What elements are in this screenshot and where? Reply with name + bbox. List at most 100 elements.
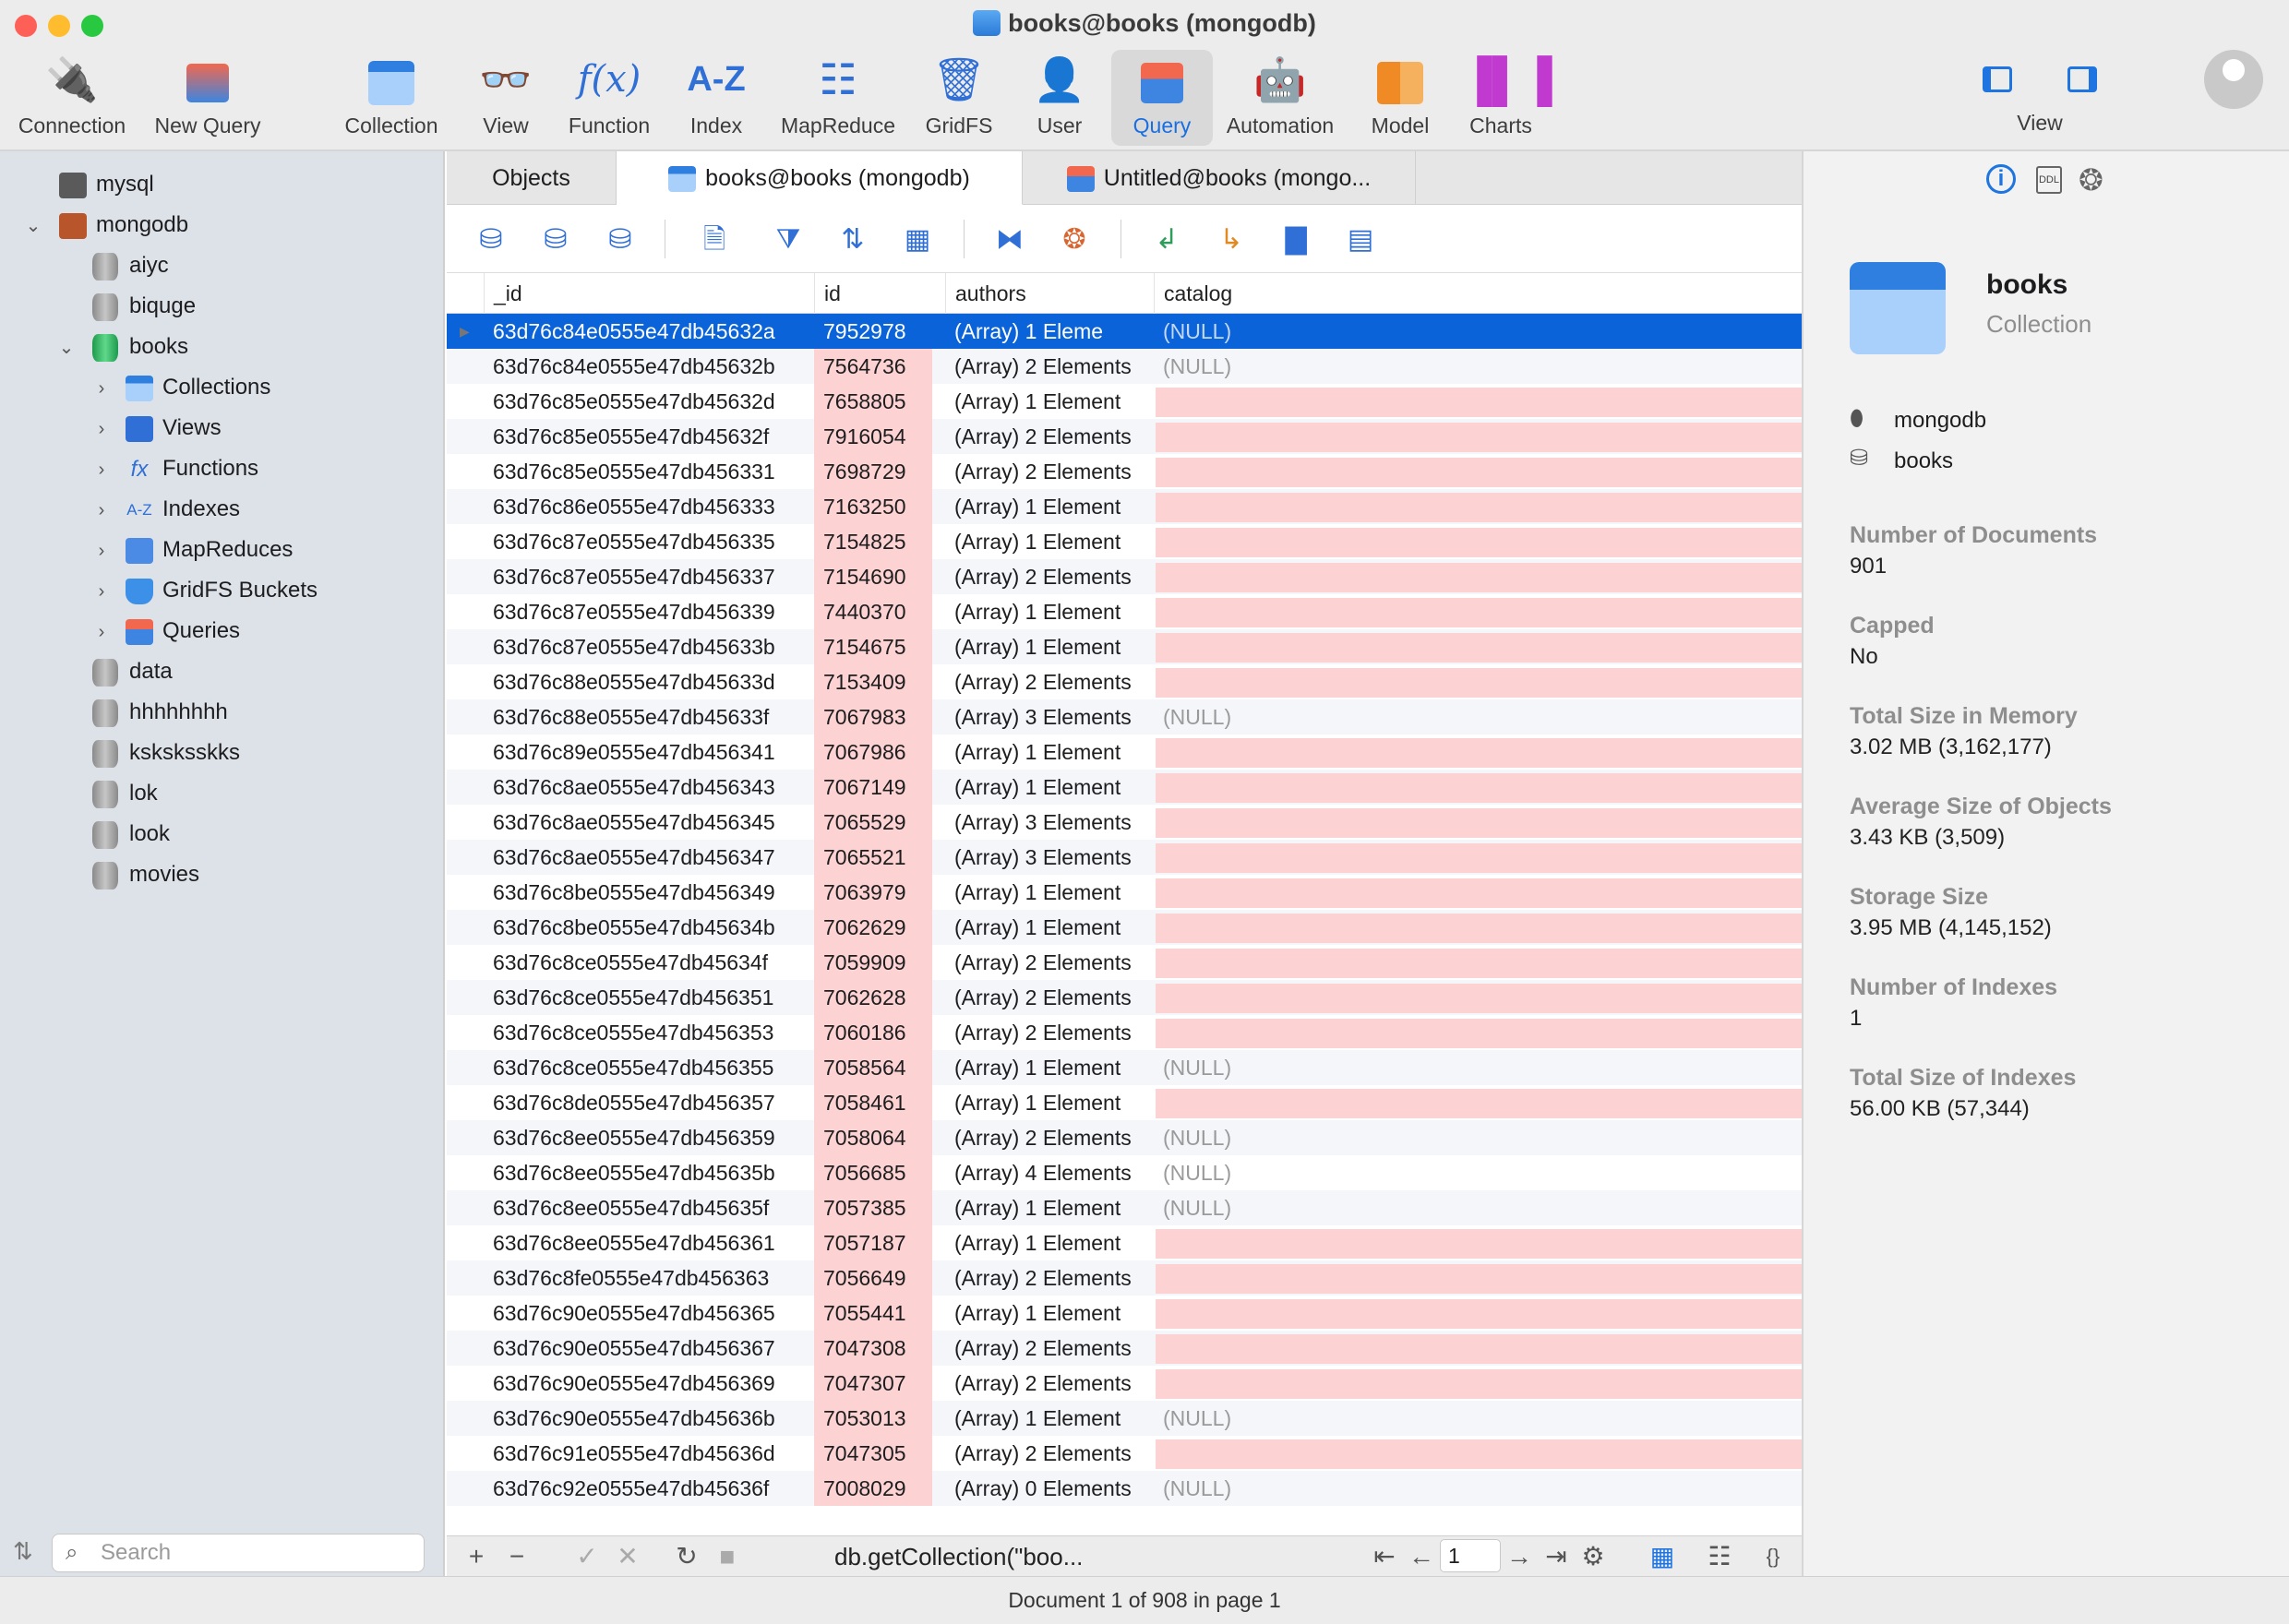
cell-catalog[interactable] [1156, 563, 1802, 592]
cell-catalog[interactable] [1156, 598, 1802, 627]
sidebar-item-mysql[interactable]: mysql [33, 164, 154, 205]
table-row[interactable]: 63d76c89e0555e47db456341 7067986 (Array) 1… [447, 734, 1802, 770]
table-row[interactable]: 63d76c90e0555e47db456367 7047308 (Array) 2… [447, 1331, 1802, 1366]
cell-id[interactable]: 7057187 [814, 1225, 932, 1260]
chart-icon[interactable]: ▇ [1277, 221, 1314, 258]
cell-oid[interactable]: 63d76c8ae0555e47db456347 [484, 840, 810, 875]
cell-catalog[interactable] [1156, 1334, 1802, 1364]
chevron-right-icon[interactable]: › [89, 612, 114, 652]
cell-id[interactable]: 7065521 [814, 840, 932, 875]
column-header-authors[interactable]: authors [945, 273, 1154, 314]
toggle-panel-button[interactable] [2067, 66, 2097, 92]
table-row[interactable]: 63d76c87e0555e47db456335 7154825 (Array) 1… [447, 524, 1802, 559]
table-row[interactable]: 63d76c8de0555e47db456357 7058461 (Array) 1… [447, 1085, 1802, 1120]
cell-id[interactable]: 7154690 [814, 559, 932, 594]
sidebar-item-books[interactable]: ⌄ books [54, 327, 188, 367]
cell-authors[interactable]: (Array) 2 Elements [945, 980, 1150, 1015]
table-row[interactable]: 63d76c87e0555e47db456339 7440370 (Array) 1… [447, 594, 1802, 629]
tab-objects[interactable]: Objects [447, 151, 617, 205]
cell-id[interactable]: 7952978 [814, 314, 932, 349]
cell-authors[interactable]: (Array) 1 Element [945, 1225, 1150, 1260]
cell-catalog[interactable]: (NULL) [1154, 314, 1802, 349]
cell-oid[interactable]: 63d76c8ee0555e47db456361 [484, 1225, 810, 1260]
cell-oid[interactable]: 63d76c86e0555e47db456333 [484, 489, 810, 524]
cell-authors[interactable]: (Array) 0 Elements [945, 1471, 1150, 1506]
cell-oid[interactable]: 63d76c8be0555e47db456349 [484, 875, 810, 910]
table-row[interactable]: 63d76c88e0555e47db45633d 7153409 (Array) 2… [447, 664, 1802, 699]
table-row[interactable]: 63d76c88e0555e47db45633f 7067983 (Array) 3… [447, 699, 1802, 734]
cell-catalog[interactable] [1156, 493, 1802, 522]
cell-authors[interactable]: (Array) 2 Elements [945, 1331, 1150, 1366]
cell-authors[interactable]: (Array) 3 Elements [945, 699, 1150, 734]
columns-icon[interactable]: ▦ [899, 221, 936, 258]
cell-catalog[interactable] [1156, 878, 1802, 908]
cell-oid[interactable]: 63d76c84e0555e47db45632a [484, 314, 810, 349]
cell-catalog[interactable] [1156, 668, 1802, 698]
cell-authors[interactable]: (Array) 2 Elements [945, 945, 1150, 980]
cell-id[interactable]: 7658805 [814, 384, 932, 419]
cell-oid[interactable]: 63d76c8ce0555e47db456353 [484, 1015, 810, 1050]
sidebar-item-gridfs-buckets[interactable]: › GridFS Buckets [89, 570, 318, 611]
cell-authors[interactable]: (Array) 1 Element [945, 1050, 1150, 1085]
gridfs-button[interactable]: 🗑 GridFS [919, 50, 999, 146]
table-row[interactable]: 63d76c87e0555e47db456337 7154690 (Array) 2… [447, 559, 1802, 594]
cell-authors[interactable]: (Array) 1 Element [945, 770, 1150, 805]
table-row[interactable]: 63d76c8ee0555e47db45635b 7056685 (Array) 4… [447, 1155, 1802, 1190]
sidebar-item-ksksksskks[interactable]: ksksksskks [92, 733, 240, 773]
chevron-down-icon[interactable]: ⌄ [54, 328, 79, 368]
cell-catalog[interactable] [1156, 738, 1802, 768]
cell-authors[interactable]: (Array) 4 Elements [945, 1155, 1150, 1190]
sidebar-item-mapreduces[interactable]: › MapReduces [89, 530, 293, 570]
cell-authors[interactable]: (Array) 1 Element [945, 384, 1150, 419]
cell-authors[interactable]: (Array) 1 Element [945, 1401, 1150, 1436]
cell-oid[interactable]: 63d76c89e0555e47db456341 [484, 734, 810, 770]
cell-catalog[interactable] [1156, 423, 1802, 452]
cell-oid[interactable]: 63d76c85e0555e47db456331 [484, 454, 810, 489]
json-view-button[interactable]: {} [1756, 1536, 1791, 1577]
cell-id[interactable]: 7058564 [814, 1050, 932, 1085]
cell-catalog[interactable]: (NULL) [1154, 1190, 1802, 1225]
cell-catalog[interactable] [1156, 1369, 1802, 1399]
cell-id[interactable]: 7564736 [814, 349, 932, 384]
sidebar-item-hhhhhhhh[interactable]: hhhhhhhh [92, 692, 228, 733]
cell-oid[interactable]: 63d76c87e0555e47db456339 [484, 594, 810, 629]
cell-oid[interactable]: 63d76c8ce0555e47db456355 [484, 1050, 810, 1085]
cell-authors[interactable]: (Array) 1 Element [945, 629, 1150, 664]
table-row[interactable]: 63d76c91e0555e47db45636d 7047305 (Array) 2… [447, 1436, 1802, 1471]
query-button[interactable]: Query [1111, 50, 1213, 146]
sidebar-item-biquge[interactable]: biquge [92, 286, 196, 327]
cell-catalog[interactable] [1156, 808, 1802, 838]
query-text[interactable]: db.getCollection("boo... [834, 1536, 1111, 1577]
cell-catalog[interactable] [1156, 458, 1802, 487]
cell-oid[interactable]: 63d76c87e0555e47db45633b [484, 629, 810, 664]
cell-authors[interactable]: (Array) 3 Elements [945, 805, 1150, 840]
rollback-icon[interactable]: ⛁ [602, 221, 639, 258]
sidebar-item-aiyc[interactable]: aiyc [92, 245, 169, 286]
cell-id[interactable]: 7062629 [814, 910, 932, 945]
sidebar-item-views[interactable]: › Views [89, 408, 222, 448]
cell-authors[interactable]: (Array) 1 Element [945, 1190, 1150, 1225]
cell-authors[interactable]: (Array) 1 Element [945, 489, 1150, 524]
report-icon[interactable]: ▤ [1342, 221, 1379, 258]
column-header-catalog[interactable]: catalog [1154, 273, 1802, 314]
cell-oid[interactable]: 63d76c90e0555e47db45636b [484, 1401, 810, 1436]
cell-catalog[interactable] [1156, 1089, 1802, 1118]
cell-catalog[interactable] [1156, 1229, 1802, 1259]
search-input[interactable]: ⌕ Search [52, 1534, 425, 1572]
cell-id[interactable]: 7065529 [814, 805, 932, 840]
cell-id[interactable]: 7063979 [814, 875, 932, 910]
cell-authors[interactable]: (Array) 2 Elements [945, 349, 1150, 384]
cell-catalog[interactable] [1156, 843, 1802, 873]
table-row[interactable]: 63d76c90e0555e47db45636b 7053013 (Array) 1… [447, 1401, 1802, 1436]
cell-id[interactable]: 7154675 [814, 629, 932, 664]
user-button[interactable]: 👤 User [1023, 50, 1097, 146]
charts-button[interactable]: ▐▌▐ Charts [1462, 50, 1552, 146]
cell-oid[interactable]: 63d76c8ee0555e47db45635b [484, 1155, 810, 1190]
cell-catalog[interactable]: (NULL) [1154, 699, 1802, 734]
cell-oid[interactable]: 63d76c85e0555e47db45632d [484, 384, 810, 419]
grid-view-button[interactable]: ▦ [1645, 1536, 1680, 1577]
cell-oid[interactable]: 63d76c90e0555e47db456365 [484, 1296, 810, 1331]
cell-authors[interactable]: (Array) 2 Elements [945, 1015, 1150, 1050]
cell-oid[interactable]: 63d76c87e0555e47db456337 [484, 559, 810, 594]
cell-catalog[interactable]: (NULL) [1154, 349, 1802, 384]
